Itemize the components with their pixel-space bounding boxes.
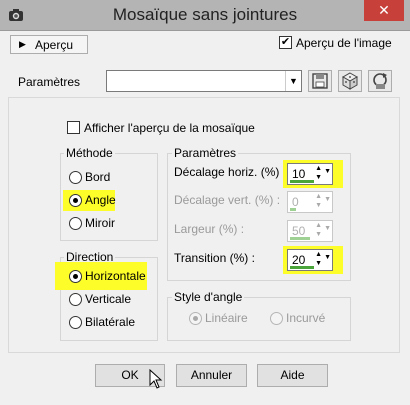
save-icon	[312, 73, 328, 89]
radio-angle-incurve[interactable]	[270, 312, 283, 325]
horiz-offset-value: 10	[292, 167, 306, 181]
vert-offset-label: Décalage vert. (%) :	[174, 193, 281, 207]
mouse-cursor-icon	[149, 369, 163, 389]
radio-method-bord-label: Bord	[85, 170, 111, 184]
radio-method-miroir-label: Miroir	[85, 216, 115, 230]
spin-down-icon: ▼	[315, 231, 322, 238]
image-preview-label: Aperçu de l'image	[296, 36, 392, 50]
spin-up-icon[interactable]: ▲	[315, 251, 322, 259]
spin-down-icon[interactable]: ▼	[315, 174, 322, 182]
title-bar: Mosaïque sans jointures ✕	[0, 0, 410, 31]
chevron-down-icon: ▼	[324, 196, 331, 203]
presets-label: Paramètres	[18, 75, 81, 89]
save-preset-button[interactable]	[308, 70, 332, 92]
mosaic-preview-checkbox[interactable]	[67, 121, 80, 134]
mosaic-preview-label: Afficher l'aperçu de la mosaïque	[84, 121, 255, 135]
image-preview-checkbox[interactable]: ✔	[279, 36, 292, 49]
width-value: 50	[292, 224, 306, 238]
presets-dropdown[interactable]: ▼	[106, 70, 302, 92]
angle-style-group-title: Style d'angle	[172, 290, 245, 304]
width-spinner: 50 ▲ ▼ ▼	[287, 220, 333, 242]
cancel-button[interactable]: Annuler	[176, 364, 247, 387]
chevron-down-icon: ▼	[285, 71, 301, 91]
radio-direction-bilaterale-label: Bilatérale	[85, 315, 136, 329]
expand-arrow-icon: ▶	[19, 39, 26, 49]
dice-icon	[341, 72, 359, 90]
radio-angle-incurve-label: Incurvé	[286, 311, 326, 325]
chevron-down-icon: ▼	[324, 225, 331, 232]
reset-icon	[373, 73, 387, 89]
preview-toggle-label: Aperçu	[35, 38, 74, 52]
radio-direction-horizontale[interactable]	[69, 270, 82, 283]
window-title: Mosaïque sans jointures	[112, 5, 298, 24]
width-label: Largeur (%) :	[174, 222, 245, 236]
transition-label: Transition (%) :	[174, 251, 255, 265]
transition-spinner[interactable]: 20 ▲ ▼ ▼	[287, 249, 333, 271]
help-button[interactable]: Aide	[257, 364, 328, 387]
width-slider	[290, 237, 310, 240]
radio-direction-verticale-label: Verticale	[85, 292, 132, 306]
spin-up-icon[interactable]: ▲	[315, 165, 322, 173]
close-button[interactable]: ✕	[364, 0, 404, 21]
spin-up-icon: ▲	[315, 193, 322, 200]
horiz-offset-label: Décalage horiz. (%) :	[174, 165, 287, 179]
vert-offset-slider	[290, 208, 296, 211]
method-group-title: Méthode	[64, 146, 115, 160]
radio-method-angle-label: Angle	[85, 193, 116, 207]
spin-down-icon[interactable]: ▼	[315, 260, 322, 268]
transition-value: 20	[292, 253, 306, 267]
chevron-down-icon[interactable]: ▼	[324, 168, 331, 175]
radio-method-bord[interactable]	[69, 171, 82, 184]
horiz-offset-slider[interactable]	[290, 180, 314, 183]
vert-offset-spinner: 0 ▲ ▼ ▼	[287, 191, 333, 213]
radio-method-miroir[interactable]	[69, 217, 82, 230]
randomize-button[interactable]	[338, 70, 362, 92]
radio-angle-lineaire-label: Linéaire	[205, 311, 248, 325]
radio-direction-horizontale-label: Horizontale	[85, 269, 146, 283]
radio-method-angle[interactable]	[69, 194, 82, 207]
reset-button[interactable]	[368, 70, 392, 92]
radio-direction-verticale[interactable]	[69, 293, 82, 306]
radio-angle-lineaire[interactable]	[189, 312, 202, 325]
vert-offset-value: 0	[292, 195, 299, 209]
preview-toggle-button[interactable]: ▶ Aperçu	[10, 35, 88, 54]
chevron-down-icon[interactable]: ▼	[324, 254, 331, 261]
spin-down-icon: ▼	[315, 202, 322, 209]
horiz-offset-spinner[interactable]: 10 ▲ ▼ ▼	[287, 163, 333, 185]
spin-up-icon: ▲	[315, 222, 322, 229]
parameters-group-title: Paramètres	[172, 146, 239, 160]
radio-direction-bilaterale[interactable]	[69, 316, 82, 329]
transition-slider[interactable]	[290, 266, 314, 269]
